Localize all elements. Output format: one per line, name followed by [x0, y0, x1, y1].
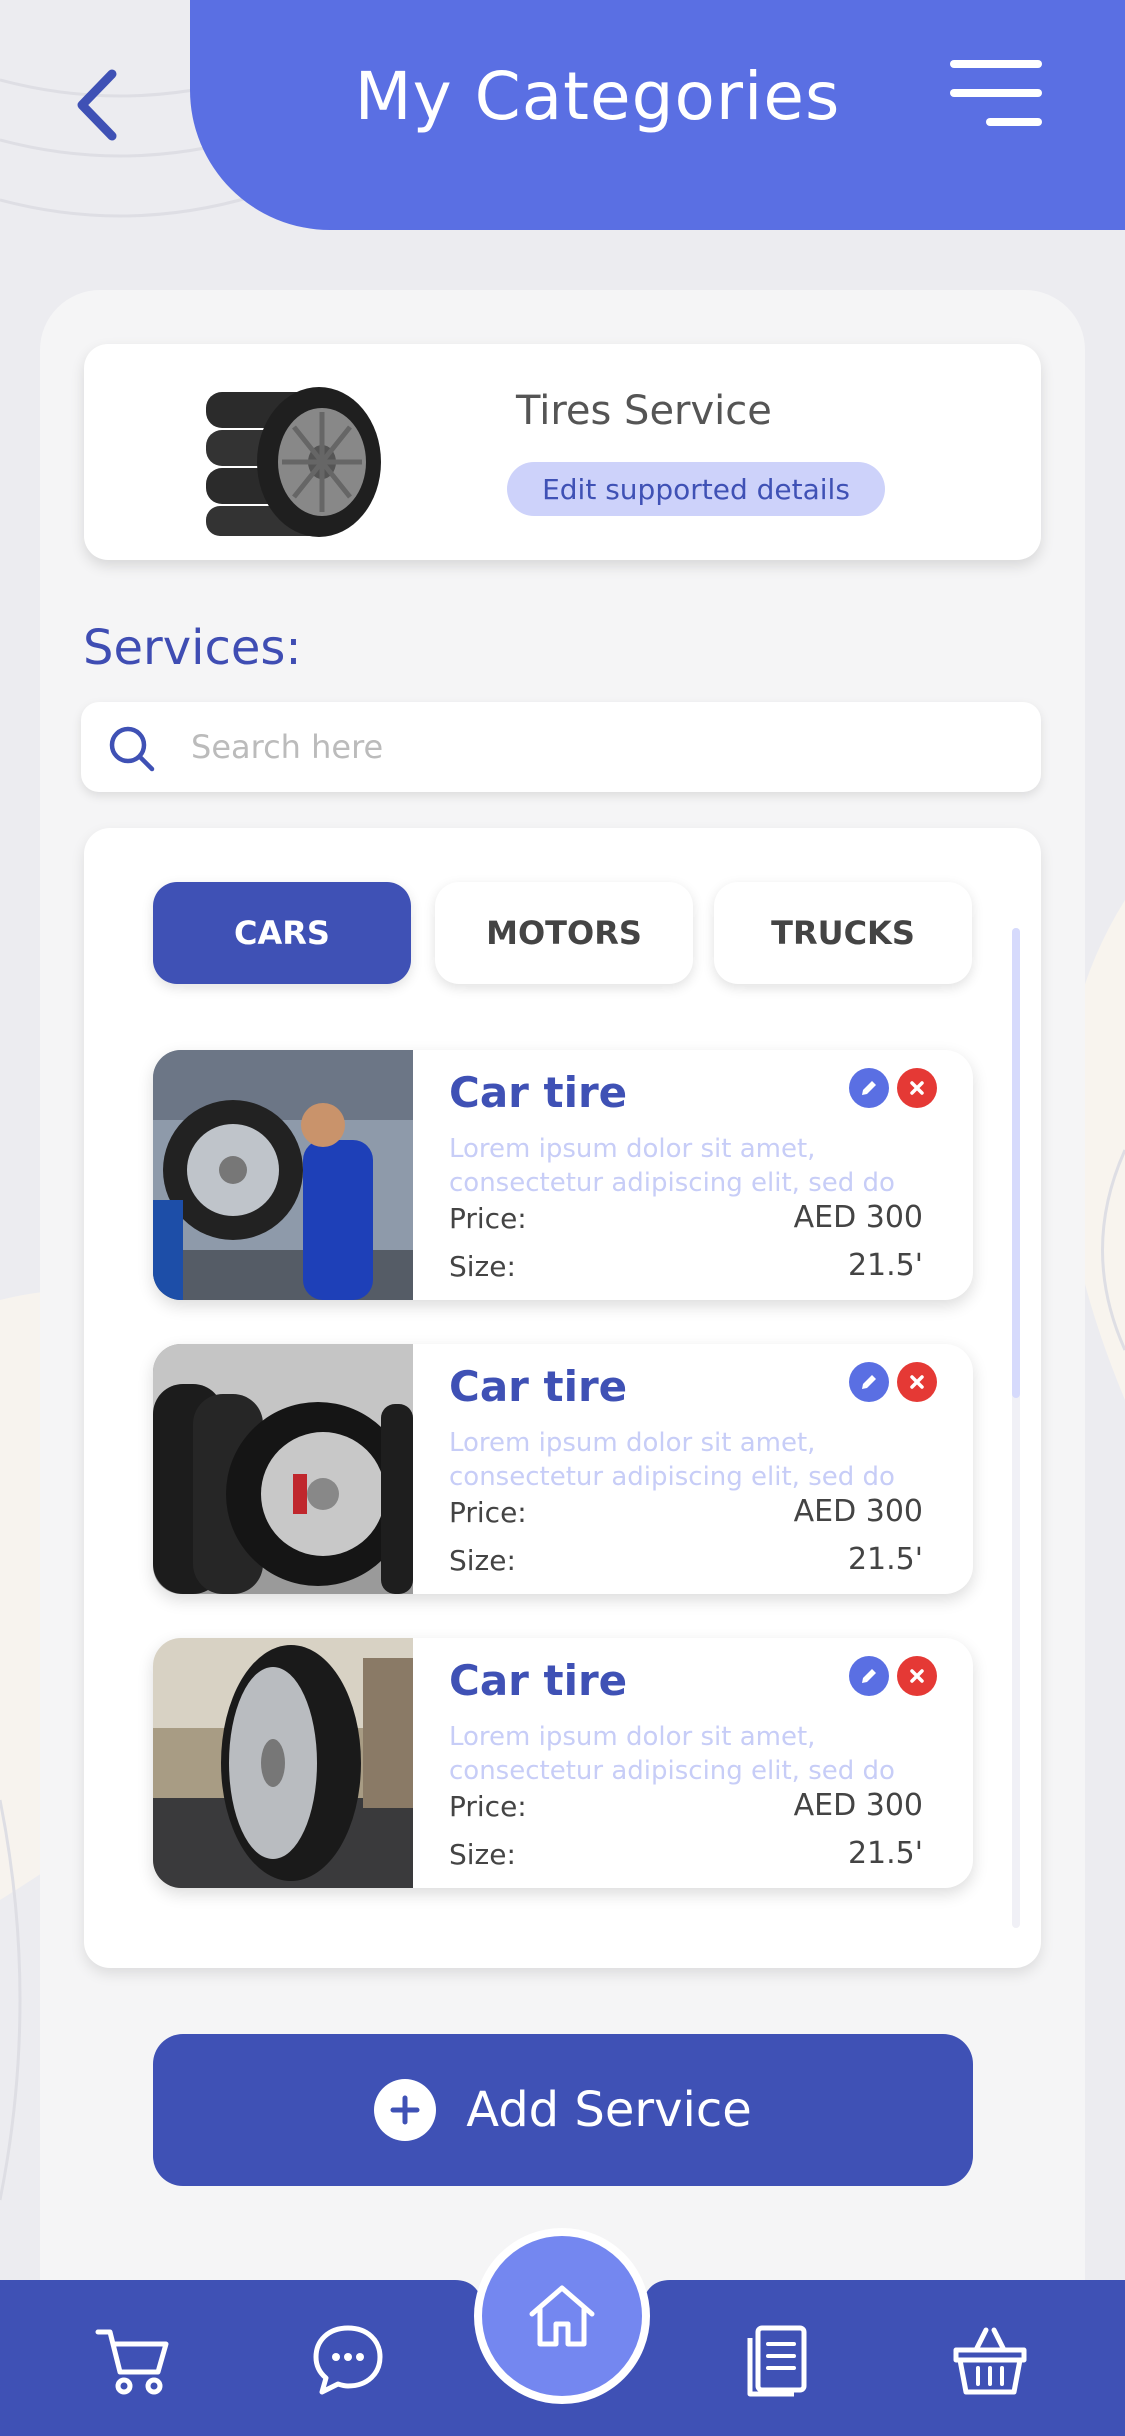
- search-input[interactable]: [191, 717, 1011, 777]
- close-icon: [910, 1669, 924, 1683]
- tab-cars[interactable]: CARS: [153, 882, 411, 984]
- price-value: AED 300: [793, 1494, 923, 1529]
- item-description-line: consectetur adipiscing elit, sed do: [449, 1462, 895, 1492]
- add-service-button[interactable]: Add Service: [153, 2034, 973, 2186]
- back-button[interactable]: [60, 60, 140, 150]
- list-scrollbar[interactable]: [1012, 928, 1020, 1928]
- edit-details-button[interactable]: Edit supported details: [507, 462, 885, 516]
- basket-icon[interactable]: [950, 2320, 1030, 2400]
- page-title: My Categories: [354, 58, 841, 135]
- close-icon: [910, 1081, 924, 1095]
- tire-stack-image: [206, 387, 381, 537]
- item-description: Lorem ipsum dolor sit amet, consectetur …: [449, 1426, 929, 1494]
- item-title: Car tire: [449, 1656, 628, 1705]
- plus-icon: [374, 2079, 437, 2141]
- mechanic-tire-image: [153, 1050, 413, 1300]
- scrollbar-thumb[interactable]: [1012, 928, 1020, 1398]
- pencil-icon: [862, 1081, 876, 1095]
- hamburger-icon-line: [950, 89, 1042, 97]
- chat-icon[interactable]: [308, 2320, 388, 2400]
- size-label: Size:: [449, 1250, 516, 1283]
- search-icon: [109, 726, 155, 772]
- price-label: Price:: [449, 1790, 527, 1823]
- price-label: Price:: [449, 1202, 527, 1235]
- size-value: 21.5': [847, 1542, 923, 1577]
- home-icon: [529, 2285, 595, 2347]
- search-bar: [81, 702, 1041, 792]
- add-service-label: Add Service: [466, 2082, 752, 2138]
- price-value: AED 300: [793, 1200, 923, 1235]
- tab-trucks[interactable]: TRUCKS: [714, 882, 972, 984]
- item-description-line: Lorem ipsum dolor sit amet,: [449, 1722, 816, 1752]
- list-item[interactable]: Car tire Lorem ipsum dolor sit amet, con…: [153, 1638, 973, 1888]
- size-value: 21.5': [847, 1836, 923, 1871]
- road-tire-image: [153, 1638, 413, 1888]
- item-description-line: consectetur adipiscing elit, sed do: [449, 1168, 895, 1198]
- pencil-icon: [862, 1375, 876, 1389]
- service-card: Tires Service Edit supported details: [84, 344, 1041, 560]
- close-icon: [910, 1375, 924, 1389]
- edit-item-button[interactable]: [849, 1068, 889, 1108]
- price-label: Price:: [449, 1496, 527, 1529]
- item-description: Lorem ipsum dolor sit amet, consectetur …: [449, 1132, 929, 1200]
- tires-row-image: [153, 1344, 413, 1594]
- delete-item-button[interactable]: [897, 1362, 937, 1402]
- edit-item-button[interactable]: [849, 1362, 889, 1402]
- hamburger-icon-line: [986, 118, 1042, 126]
- edit-item-button[interactable]: [849, 1656, 889, 1696]
- item-description-line: consectetur adipiscing elit, sed do: [449, 1756, 895, 1786]
- item-title: Car tire: [449, 1068, 628, 1117]
- home-button[interactable]: [474, 2228, 650, 2404]
- item-title: Car tire: [449, 1362, 628, 1411]
- item-description: Lorem ipsum dolor sit amet, consectetur …: [449, 1720, 929, 1788]
- item-description-line: Lorem ipsum dolor sit amet,: [449, 1428, 816, 1458]
- services-list-card: CARS MOTORS TRUCKS Car tire Lorem ipsum …: [84, 828, 1041, 1968]
- document-icon[interactable]: [738, 2320, 818, 2400]
- list-item[interactable]: Car tire Lorem ipsum dolor sit amet, con…: [153, 1344, 973, 1594]
- cart-icon[interactable]: [92, 2320, 172, 2400]
- delete-item-button[interactable]: [897, 1656, 937, 1696]
- tab-motors[interactable]: MOTORS: [435, 882, 693, 984]
- chevron-left-icon: [77, 69, 117, 141]
- size-value: 21.5': [847, 1248, 923, 1283]
- size-label: Size:: [449, 1544, 516, 1577]
- hamburger-icon-line: [950, 60, 1042, 68]
- pencil-icon: [862, 1669, 876, 1683]
- menu-button[interactable]: [950, 60, 1050, 150]
- list-item[interactable]: Car tire Lorem ipsum dolor sit amet, con…: [153, 1050, 973, 1300]
- service-name: Tires Service: [516, 388, 772, 434]
- item-description-line: Lorem ipsum dolor sit amet,: [449, 1134, 816, 1164]
- size-label: Size:: [449, 1838, 516, 1871]
- price-value: AED 300: [793, 1788, 923, 1823]
- delete-item-button[interactable]: [897, 1068, 937, 1108]
- services-heading: Services:: [83, 620, 302, 676]
